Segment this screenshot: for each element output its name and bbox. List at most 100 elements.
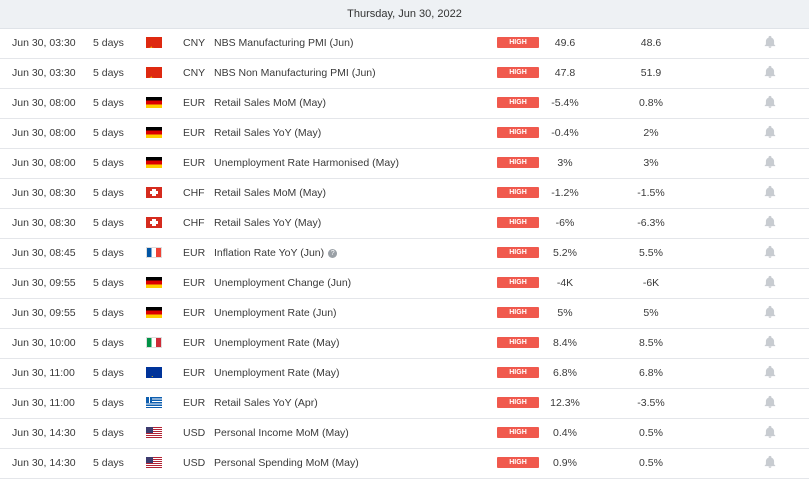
event-currency: EUR (183, 397, 206, 409)
event-list: Jun 30, 03:30 5 days CNY NBS Manufacturi… (0, 29, 809, 479)
flag-de-icon (146, 89, 162, 118)
info-icon[interactable]: ? (328, 249, 338, 258)
bell-icon[interactable] (763, 299, 777, 328)
bell-icon[interactable] (763, 29, 777, 58)
event-actual: -5.4% (551, 97, 579, 109)
event-name[interactable]: Unemployment Change (Jun) (214, 269, 351, 298)
economic-calendar: Thursday, Jun 30, 2022 Jun 30, 03:30 5 d… (0, 0, 809, 479)
event-forecast: -3.5% (637, 397, 665, 409)
event-row[interactable]: Jun 30, 11:00 5 days EUR Retail Sales Yo… (0, 389, 809, 419)
event-time: Jun 30, 11:00 (12, 397, 75, 409)
event-actual: 3% (557, 157, 573, 169)
event-name[interactable]: Personal Income MoM (May) (214, 419, 349, 448)
event-name-cell[interactable]: NBS Non Manufacturing PMI (Jun) (214, 59, 376, 88)
bell-icon[interactable] (763, 449, 777, 478)
event-name[interactable]: Retail Sales MoM (May) (214, 179, 326, 208)
event-name[interactable]: NBS Manufacturing PMI (Jun) (214, 29, 353, 58)
event-name-cell[interactable]: Retail Sales YoY (May) (214, 209, 321, 238)
event-name-cell[interactable]: Unemployment Rate (May) (214, 359, 339, 388)
event-currency: EUR (183, 157, 206, 169)
flag-us-icon (146, 449, 162, 478)
event-currency: EUR (183, 337, 206, 349)
bell-icon[interactable] (763, 119, 777, 148)
bell-icon[interactable] (763, 389, 777, 418)
event-row[interactable]: Jun 30, 03:30 5 days CNY NBS Non Manufac… (0, 59, 809, 89)
event-actual: 8.4% (553, 337, 577, 349)
event-row[interactable]: Jun 30, 03:30 5 days CNY NBS Manufacturi… (0, 29, 809, 59)
bell-icon[interactable] (763, 209, 777, 238)
event-name[interactable]: Unemployment Rate (May) (214, 329, 339, 358)
flag-gr-icon (146, 389, 162, 418)
event-name[interactable]: Retail Sales YoY (Apr) (214, 389, 318, 418)
event-countdown: 5 days (93, 307, 124, 319)
event-name[interactable]: Unemployment Rate (Jun) (214, 299, 337, 328)
event-countdown: 5 days (93, 277, 124, 289)
event-time: Jun 30, 09:55 (12, 277, 76, 289)
bell-icon[interactable] (763, 359, 777, 388)
event-countdown: 5 days (93, 337, 124, 349)
event-actual: -0.4% (551, 127, 579, 139)
event-row[interactable]: Jun 30, 08:30 5 days CHF Retail Sales Yo… (0, 209, 809, 239)
flag-it-icon (146, 329, 162, 358)
event-row[interactable]: Jun 30, 08:00 5 days EUR Unemployment Ra… (0, 149, 809, 179)
event-row[interactable]: Jun 30, 08:00 5 days EUR Retail Sales Mo… (0, 89, 809, 119)
event-name[interactable]: Personal Spending MoM (May) (214, 449, 359, 478)
event-actual: 0.4% (553, 427, 577, 439)
event-forecast: 48.6 (640, 37, 662, 49)
event-row[interactable]: Jun 30, 08:00 5 days EUR Retail Sales Yo… (0, 119, 809, 149)
event-row[interactable]: Jun 30, 08:45 5 days EUR Inflation Rate … (0, 239, 809, 269)
flag-de-icon (146, 149, 162, 178)
bell-icon[interactable] (763, 89, 777, 118)
event-forecast: -1.5% (637, 187, 665, 199)
event-actual: 5% (557, 307, 573, 319)
event-time: Jun 30, 08:45 (12, 247, 76, 259)
flag-ch-icon (146, 179, 162, 208)
bell-icon[interactable] (763, 419, 777, 448)
bell-icon[interactable] (763, 179, 777, 208)
event-name-cell[interactable]: Retail Sales YoY (May) (214, 119, 321, 148)
event-name[interactable]: Inflation Rate YoY (Jun) (214, 239, 324, 268)
flag-cn-icon (146, 59, 162, 88)
event-row[interactable]: Jun 30, 08:30 5 days CHF Retail Sales Mo… (0, 179, 809, 209)
event-row[interactable]: Jun 30, 11:00 5 days EUR Unemployment Ra… (0, 359, 809, 389)
event-name-cell[interactable]: Unemployment Rate Harmonised (May) (214, 149, 399, 178)
event-name-cell[interactable]: NBS Manufacturing PMI (Jun) (214, 29, 353, 58)
bell-icon[interactable] (763, 239, 777, 268)
event-name-cell[interactable]: Personal Income MoM (May) (214, 419, 349, 448)
event-actual: -4K (556, 277, 574, 289)
event-name[interactable]: Unemployment Rate Harmonised (May) (214, 149, 399, 178)
event-actual: 47.8 (554, 67, 576, 79)
event-forecast: 2% (643, 127, 659, 139)
event-name-cell[interactable]: Retail Sales MoM (May) (214, 89, 326, 118)
event-time: Jun 30, 11:00 (12, 367, 75, 379)
event-currency: EUR (183, 307, 206, 319)
event-actual: -6% (555, 217, 575, 229)
flag-de-icon (146, 119, 162, 148)
event-name-cell[interactable]: Personal Spending MoM (May) (214, 449, 359, 478)
event-name-cell[interactable]: Retail Sales YoY (Apr) (214, 389, 318, 418)
event-actual: 6.8% (553, 367, 577, 379)
event-name[interactable]: Retail Sales MoM (May) (214, 89, 326, 118)
event-name-cell[interactable]: Retail Sales MoM (May) (214, 179, 326, 208)
event-actual: 49.6 (554, 37, 576, 49)
event-name-cell[interactable]: Unemployment Rate (May) (214, 329, 339, 358)
event-name[interactable]: Unemployment Rate (May) (214, 359, 339, 388)
event-row[interactable]: Jun 30, 14:30 5 days USD Personal Income… (0, 419, 809, 449)
bell-icon[interactable] (763, 329, 777, 358)
bell-icon[interactable] (763, 59, 777, 88)
event-countdown: 5 days (93, 157, 124, 169)
event-name-cell[interactable]: Inflation Rate YoY (Jun) ? (214, 239, 338, 268)
event-name-cell[interactable]: Unemployment Change (Jun) (214, 269, 351, 298)
event-time: Jun 30, 03:30 (12, 67, 76, 79)
bell-icon[interactable] (763, 269, 777, 298)
event-actual: -1.2% (551, 187, 579, 199)
event-row[interactable]: Jun 30, 09:55 5 days EUR Unemployment Ra… (0, 299, 809, 329)
event-name-cell[interactable]: Unemployment Rate (Jun) (214, 299, 337, 328)
event-name[interactable]: Retail Sales YoY (May) (214, 209, 321, 238)
event-row[interactable]: Jun 30, 14:30 5 days USD Personal Spendi… (0, 449, 809, 479)
event-row[interactable]: Jun 30, 09:55 5 days EUR Unemployment Ch… (0, 269, 809, 299)
event-row[interactable]: Jun 30, 10:00 5 days EUR Unemployment Ra… (0, 329, 809, 359)
event-name[interactable]: Retail Sales YoY (May) (214, 119, 321, 148)
event-name[interactable]: NBS Non Manufacturing PMI (Jun) (214, 59, 376, 88)
bell-icon[interactable] (763, 149, 777, 178)
